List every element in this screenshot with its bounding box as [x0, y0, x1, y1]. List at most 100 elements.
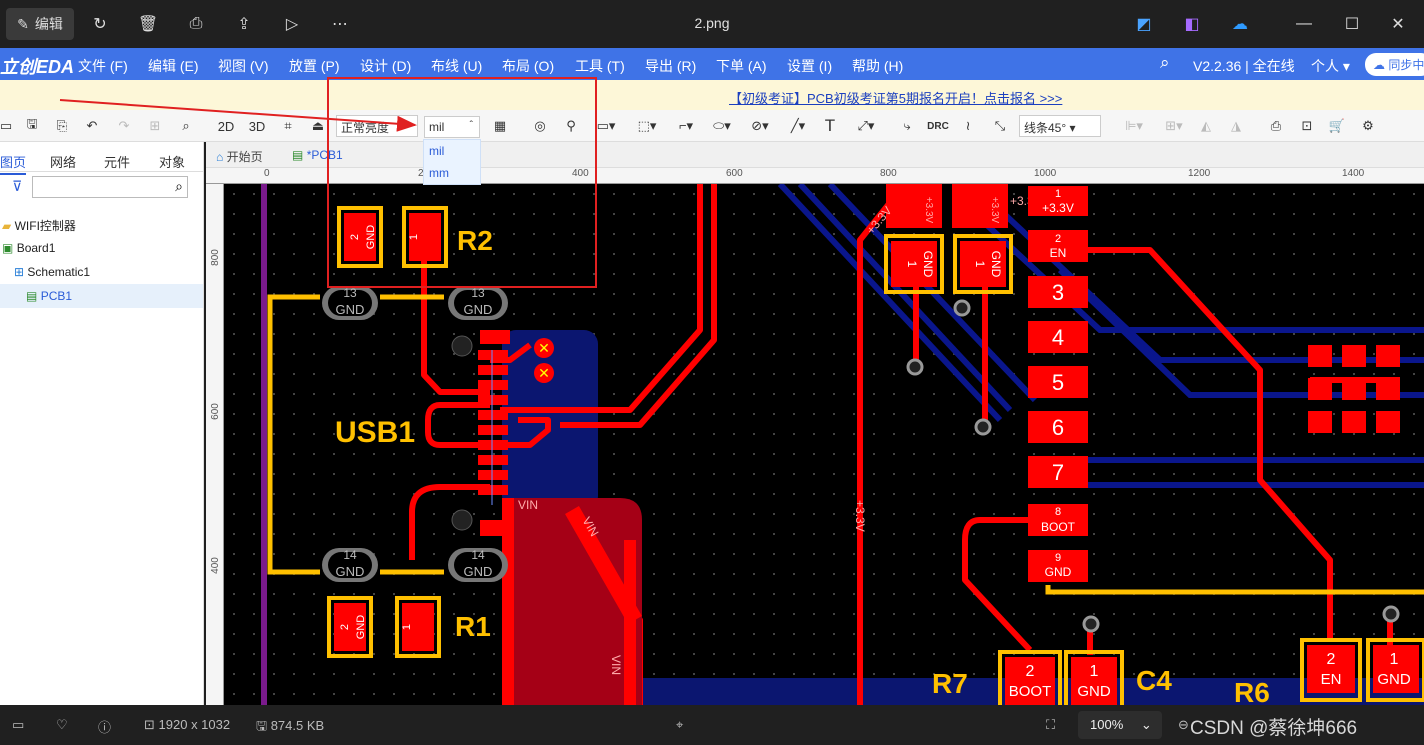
- menu-order[interactable]: 下单 (A): [716, 56, 767, 76]
- filter-icon[interactable]: ⊽: [12, 178, 22, 195]
- ruler-tick: 1200: [1188, 168, 1211, 179]
- mirror-icon[interactable]: ◮: [1226, 116, 1246, 136]
- find-icon[interactable]: ⌕: [176, 116, 196, 136]
- menu-settings[interactable]: 设置 (I): [787, 56, 832, 76]
- svg-text:EN: EN: [1050, 246, 1067, 260]
- scan-icon[interactable]: ⌖: [676, 717, 683, 733]
- lasso-icon[interactable]: ⬚▾: [632, 116, 662, 136]
- tab-nets[interactable]: 网络: [50, 152, 76, 171]
- info-icon[interactable]: ⓘ: [98, 717, 111, 736]
- cart-icon[interactable]: 🛒: [1327, 116, 1347, 136]
- menu-layout[interactable]: 布局 (O): [502, 56, 554, 76]
- text-icon[interactable]: T: [820, 116, 840, 136]
- route-mode-select[interactable]: 线条45° ▾: [1019, 115, 1101, 137]
- file-name: 2.png: [694, 15, 730, 31]
- dimension-icon[interactable]: ⤢▾: [850, 116, 882, 136]
- fit-icon[interactable]: ⛶: [1046, 717, 1055, 733]
- svg-text:1: 1: [973, 261, 987, 268]
- drc-button[interactable]: DRC: [926, 116, 950, 136]
- flip-icon[interactable]: ◭: [1196, 116, 1216, 136]
- menu-tools[interactable]: 工具 (T): [575, 56, 625, 76]
- ruler-tick: 1000: [1034, 168, 1057, 179]
- distribute-icon[interactable]: ⊞▾: [1158, 116, 1190, 136]
- tree-board[interactable]: ▣ Board1: [2, 241, 55, 255]
- onedrive-icon[interactable]: ☁: [1228, 8, 1252, 40]
- align-icon[interactable]: ⊫▾: [1118, 116, 1150, 136]
- notice-link[interactable]: 【初级考证】PCB初级考证第5期报名开启！点击报名 >>>: [729, 88, 1062, 107]
- usb1-label: USB1: [335, 416, 415, 449]
- tab-objects[interactable]: 对象: [159, 152, 185, 171]
- drc-error-marker: ✕: [538, 340, 550, 356]
- minimize-icon[interactable]: —: [1292, 8, 1316, 40]
- menu-edit[interactable]: 编辑 (E): [148, 56, 199, 76]
- track-icon[interactable]: ⤡: [990, 116, 1010, 136]
- menu-design[interactable]: 设计 (D): [360, 56, 411, 76]
- open-icon[interactable]: ▭: [0, 116, 12, 136]
- clipchamp-icon[interactable]: ◧: [1180, 8, 1204, 40]
- disk-icon: 🖫: [256, 718, 268, 733]
- layer-icon[interactable]: ⏏: [309, 116, 327, 136]
- save-copy-icon[interactable]: ⎘: [52, 116, 72, 136]
- personal-dropdown[interactable]: 个人 ▾: [1311, 56, 1350, 76]
- menu-file[interactable]: 文件 (F): [78, 56, 128, 76]
- polygon-icon[interactable]: ⌐▾: [670, 116, 702, 136]
- home-icon: ⌂: [216, 150, 224, 164]
- svg-text:14: 14: [343, 548, 357, 562]
- ellipse-icon[interactable]: ⬭▾: [706, 116, 738, 136]
- redo-icon[interactable]: ↷: [114, 116, 134, 136]
- line-icon[interactable]: ╱▾: [783, 116, 813, 136]
- left-panel: 图页 网络 元件 对象 ⊽ ⌕ ▰ WIFI控制器 ▣ Board1 ⊞ Sch…: [0, 142, 204, 705]
- svg-text:9: 9: [1055, 552, 1061, 564]
- view-2d-button[interactable]: 2D: [216, 116, 236, 136]
- tree-pcb[interactable]: ▤ PCB1: [0, 284, 203, 308]
- gerber-icon[interactable]: ⎙: [1266, 116, 1286, 136]
- menu-route[interactable]: 布线 (U): [431, 56, 482, 76]
- svg-text:8: 8: [1055, 506, 1061, 518]
- svg-text:5: 5: [1052, 370, 1064, 395]
- menu-export[interactable]: 导出 (R): [645, 56, 696, 76]
- search-icon[interactable]: ⌕: [1160, 53, 1170, 73]
- svg-text:GND: GND: [1377, 671, 1411, 688]
- no-entry-icon[interactable]: ⊘▾: [744, 116, 776, 136]
- version-label: V2.2.36 | 全在线: [1193, 58, 1295, 74]
- svg-text:GND: GND: [336, 564, 365, 579]
- tree-project[interactable]: ▰ WIFI控制器: [2, 217, 76, 234]
- sync-button[interactable]: ☁ 同步中: [1365, 53, 1424, 76]
- r1-label: R1: [455, 611, 491, 642]
- tab-sheets[interactable]: 图页: [0, 152, 27, 175]
- menu-place[interactable]: 放置 (P): [289, 56, 340, 76]
- ruler-tick: 0: [264, 168, 270, 179]
- search-input[interactable]: ⌕: [32, 176, 188, 198]
- svg-text:+3.3V: +3.3V: [989, 197, 1000, 224]
- r6-label: R6: [1234, 677, 1270, 705]
- save-icon[interactable]: 🖫: [22, 116, 42, 136]
- svg-text:3: 3: [1052, 280, 1064, 305]
- measure-icon[interactable]: ⌗: [279, 116, 297, 136]
- menu-help[interactable]: 帮助 (H): [852, 56, 903, 76]
- close-icon[interactable]: ✕: [1386, 8, 1410, 40]
- menu-view[interactable]: 视图 (V): [218, 56, 269, 76]
- svg-text:2: 2: [1026, 663, 1035, 680]
- maximize-icon[interactable]: ☐: [1340, 8, 1364, 40]
- zoom-out-icon[interactable]: ⊖: [1178, 717, 1189, 733]
- edit-app-icon[interactable]: ◩: [1132, 8, 1156, 40]
- viewer-statusbar: ▭ ♡ ⓘ ⊡ 1920 x 1032 🖫 874.5 KB ⌖ ⛶ 100% …: [0, 705, 1424, 745]
- tab-components[interactable]: 元件: [104, 152, 130, 171]
- route-icon[interactable]: ⤷: [897, 116, 917, 136]
- camera-icon[interactable]: ⊡: [1297, 116, 1317, 136]
- image-size-icon: ⊡: [144, 717, 155, 732]
- chevron-down-icon: ⌄: [1140, 717, 1152, 732]
- tree-schematic[interactable]: ⊞ Schematic1: [14, 265, 90, 279]
- view-3d-button[interactable]: 3D: [247, 116, 267, 136]
- favorite-icon[interactable]: ♡: [56, 717, 68, 733]
- undo-icon[interactable]: ↶: [82, 116, 102, 136]
- settings-icon[interactable]: ⚙: [1358, 116, 1378, 136]
- svg-text:BOOT: BOOT: [1041, 520, 1076, 534]
- zoom-select[interactable]: 100% ⌄: [1078, 711, 1162, 739]
- svg-text:4: 4: [1052, 325, 1064, 350]
- filmstrip-icon[interactable]: ▭: [12, 717, 24, 733]
- tab-start-page[interactable]: ⌂ 开始页: [216, 148, 263, 165]
- board-icon: ▣: [2, 241, 14, 255]
- grid-select-icon[interactable]: ⊞: [145, 116, 165, 136]
- diff-pair-icon[interactable]: ≀: [958, 116, 978, 136]
